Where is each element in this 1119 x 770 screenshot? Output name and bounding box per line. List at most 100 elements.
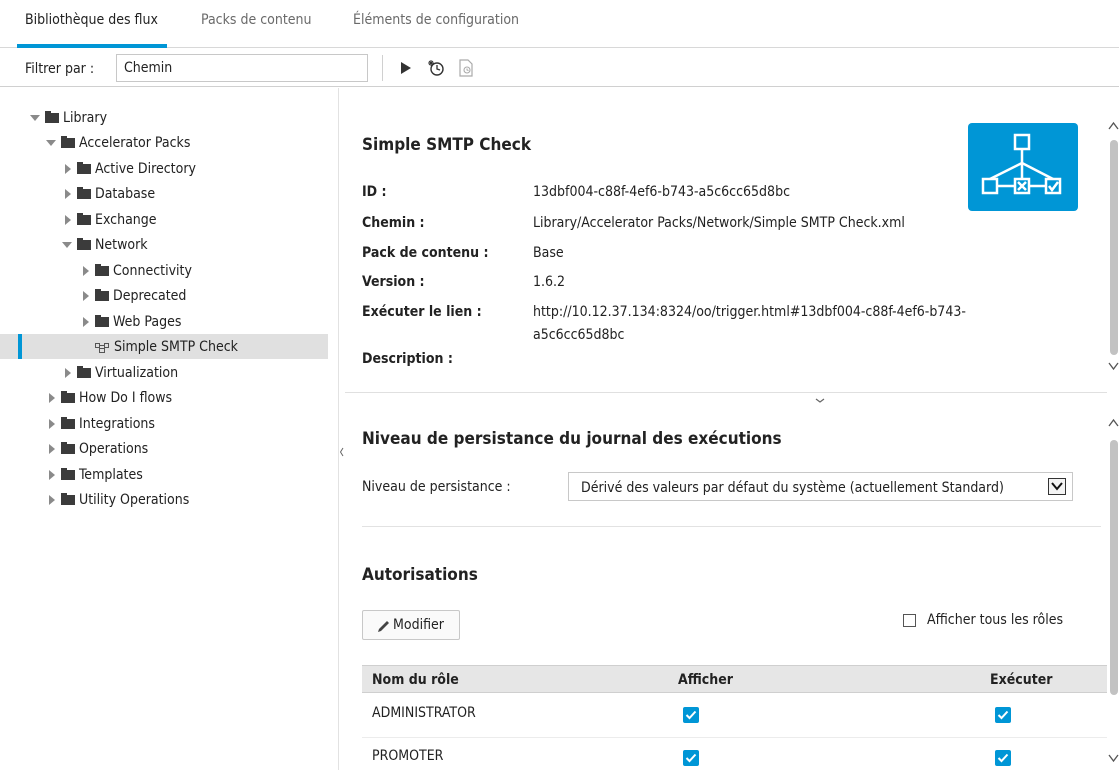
version-value: 1.6.2 [533, 274, 566, 290]
expand-arrow-icon[interactable] [46, 392, 58, 404]
expand-arrow-icon[interactable] [46, 418, 58, 430]
persistence-title: Niveau de persistance du journal des exé… [362, 429, 782, 449]
scheduled-run-icon[interactable] [425, 57, 447, 79]
folder-icon [95, 263, 109, 276]
folder-icon [61, 390, 75, 403]
permissions-title: Autorisations [362, 565, 478, 585]
settings-panel: Niveau de persistance du journal des exé… [345, 400, 1107, 770]
expand-arrow-icon[interactable] [46, 494, 58, 506]
settings-scrollbar[interactable] [1110, 440, 1118, 695]
expand-arrow-icon[interactable] [46, 443, 58, 455]
expand-arrow-icon[interactable] [46, 469, 58, 481]
tree-item-simple-smtp-check[interactable]: Simple SMTP Check [0, 334, 328, 359]
flow-document-icon[interactable] [455, 57, 477, 79]
tree-item-library[interactable]: Library [0, 105, 328, 130]
flow-details-panel: Simple SMTP Check ID : 13dbf004-c88f-4ef… [345, 105, 1105, 392]
folder-icon [77, 186, 91, 199]
run-link-value[interactable]: http://10.12.37.134:8324/oo/trigger.html… [533, 304, 966, 320]
execute-checkbox-checked[interactable] [995, 707, 1011, 723]
folder-icon [95, 314, 109, 327]
column-execute[interactable]: Exécuter [990, 672, 1053, 688]
folder-icon [61, 416, 75, 429]
folder-icon [77, 237, 91, 250]
id-label: ID : [362, 184, 387, 200]
splitter-grip-icon[interactable] [800, 392, 840, 403]
top-tabs: Bibliothèque des flux Packs de contenu É… [0, 0, 1119, 48]
tree-item-exchange[interactable]: Exchange [0, 207, 328, 232]
tree-item-integrations[interactable]: Integrations [0, 411, 328, 436]
show-all-roles-checkbox[interactable]: Afficher tous les rôles [903, 612, 1063, 628]
collapse-arrow-icon[interactable] [62, 239, 74, 251]
toolbar-separator [382, 55, 383, 81]
collapse-left-icon[interactable] [339, 440, 344, 464]
roles-table-header: Nom du rôle Afficher Exécuter [362, 665, 1107, 693]
folder-icon [61, 492, 75, 505]
scroll-up-icon[interactable] [1108, 120, 1119, 132]
version-label: Version : [362, 274, 425, 290]
tree-item-connectivity[interactable]: Connectivity [0, 258, 328, 283]
tree-item-utility-operations[interactable]: Utility Operations [0, 487, 328, 512]
scroll-up-icon[interactable] [1108, 417, 1119, 429]
chevron-down-icon[interactable] [1048, 478, 1066, 495]
table-row: ADMINISTRATOR [362, 695, 1107, 731]
role-name: PROMOTER [372, 748, 444, 764]
tree-item-network[interactable]: Network [0, 232, 328, 257]
expand-arrow-icon[interactable] [80, 290, 92, 302]
column-view[interactable]: Afficher [678, 672, 733, 688]
description-label: Description : [362, 351, 453, 367]
persistence-selected-value: Dérivé des valeurs par défaut du système… [581, 480, 1004, 496]
filter-input[interactable] [116, 54, 368, 82]
view-checkbox-checked[interactable] [683, 750, 699, 766]
folder-icon [95, 288, 109, 301]
active-tab-indicator [17, 44, 167, 48]
flow-library-tree: Library Accelerator Packs Active Directo… [0, 88, 338, 770]
path-value: Library/Accelerator Packs/Network/Simple… [533, 215, 905, 231]
toolbar: Filtrer par : [0, 49, 1119, 87]
tree-item-database[interactable]: Database [0, 181, 328, 206]
expand-arrow-icon[interactable] [62, 188, 74, 200]
expand-arrow-icon[interactable] [62, 367, 74, 379]
collapse-arrow-icon[interactable] [30, 112, 42, 124]
detail-scrollbar[interactable] [1110, 140, 1118, 355]
expand-arrow-icon[interactable] [62, 163, 74, 175]
modify-button[interactable]: Modifier [362, 610, 460, 640]
run-link-value-cont[interactable]: a5c6cc65d8bc [533, 327, 624, 343]
vertical-splitter[interactable] [338, 88, 344, 770]
tree-item-deprecated[interactable]: Deprecated [0, 283, 328, 308]
section-divider [362, 526, 1101, 527]
folder-icon [61, 135, 75, 148]
tree-item-templates[interactable]: Templates [0, 462, 328, 487]
tree-item-operations[interactable]: Operations [0, 436, 328, 461]
run-link-label: Exécuter le lien : [362, 304, 482, 320]
column-role-name[interactable]: Nom du rôle [372, 672, 459, 688]
tree-item-virtualization[interactable]: Virtualization [0, 360, 328, 385]
scroll-down-icon[interactable] [1108, 360, 1119, 372]
horizontal-splitter[interactable] [345, 392, 1107, 400]
checkbox-icon[interactable] [903, 613, 916, 627]
persistence-select[interactable]: Dérivé des valeurs par défaut du système… [568, 472, 1073, 501]
role-name: ADMINISTRATOR [372, 705, 476, 721]
scroll-down-icon[interactable] [1108, 752, 1119, 764]
pencil-icon [376, 619, 392, 633]
expand-arrow-icon[interactable] [80, 265, 92, 277]
expand-arrow-icon[interactable] [80, 316, 92, 328]
folder-icon [61, 441, 75, 454]
tree-item-web-pages[interactable]: Web Pages [0, 309, 328, 334]
selection-marker [18, 334, 22, 359]
tab-flow-library[interactable]: Bibliothèque des flux [25, 12, 158, 28]
tree-item-accelerator-packs[interactable]: Accelerator Packs [0, 130, 328, 155]
expand-arrow-icon[interactable] [62, 214, 74, 226]
tab-content-packs[interactable]: Packs de contenu [201, 12, 311, 28]
collapse-arrow-icon[interactable] [46, 137, 58, 149]
view-checkbox-checked[interactable] [683, 707, 699, 723]
content-pack-label: Pack de contenu : [362, 245, 489, 261]
path-label: Chemin : [362, 215, 425, 231]
filter-label: Filtrer par : [25, 61, 95, 77]
tab-configuration-items[interactable]: Éléments de configuration [353, 12, 519, 28]
folder-icon [45, 110, 59, 123]
run-play-icon[interactable] [395, 57, 417, 79]
tree-item-active-directory[interactable]: Active Directory [0, 156, 328, 181]
execute-checkbox-checked[interactable] [995, 750, 1011, 766]
id-value: 13dbf004-c88f-4ef6-b743-a5c6cc65d8bc [533, 184, 790, 200]
tree-item-how-do-i-flows[interactable]: How Do I flows [0, 385, 328, 410]
